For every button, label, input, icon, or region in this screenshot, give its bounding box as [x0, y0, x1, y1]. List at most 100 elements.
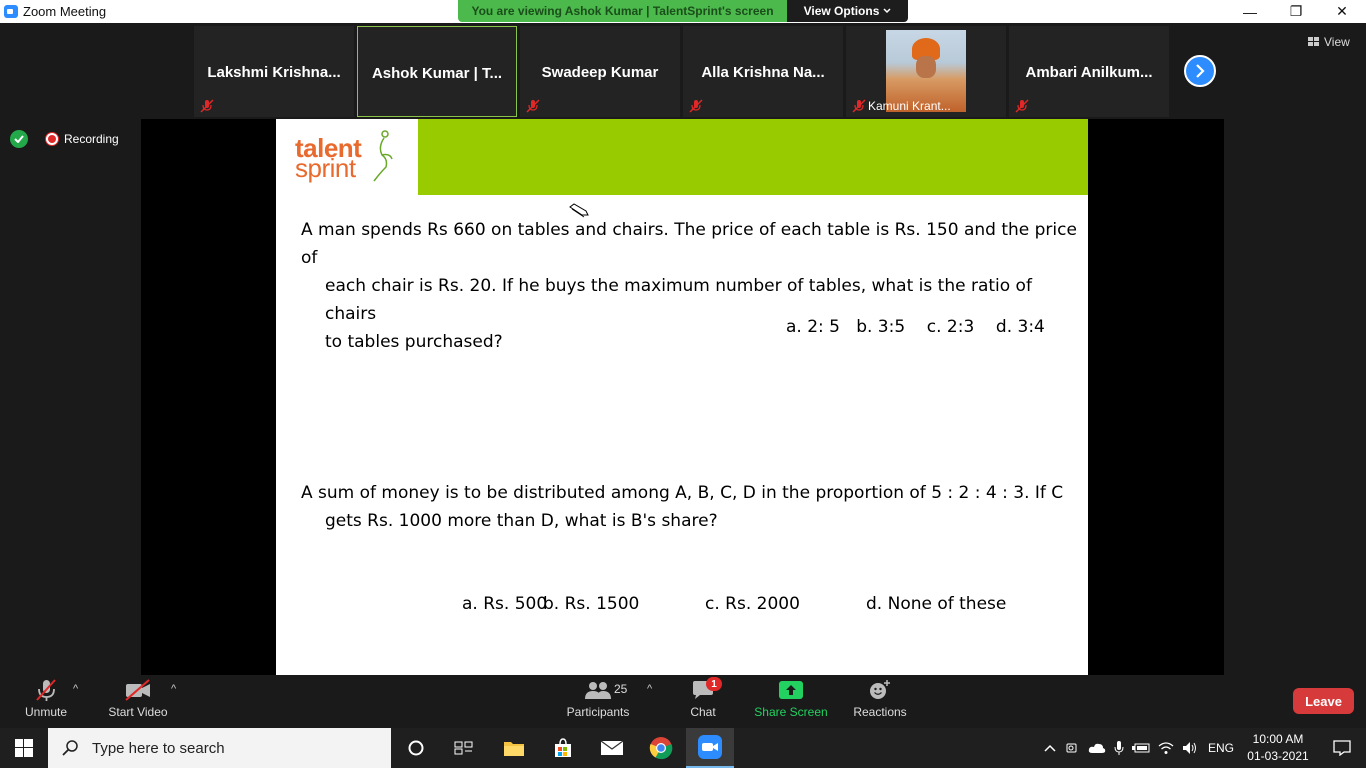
- participants-icon: [585, 682, 611, 699]
- microphone-icon[interactable]: [1114, 740, 1124, 756]
- participant-tile[interactable]: Swadeep Kumar: [520, 26, 680, 117]
- presentation-slide: talent sprint A man spends Rs 660 on tab…: [276, 119, 1088, 675]
- participant-gallery: Lakshmi Krishna... Ashok Kumar | T... Sw…: [0, 23, 1366, 119]
- mic-muted-icon: [200, 99, 214, 113]
- start-button[interactable]: [0, 728, 48, 768]
- security-shield-icon[interactable]: [10, 130, 28, 148]
- participant-name: Lakshmi Krishna...: [207, 64, 341, 81]
- question-2-option-a: a. Rs. 500: [462, 594, 548, 614]
- leave-meeting-button[interactable]: Leave: [1293, 688, 1354, 714]
- window-title: Zoom Meeting: [23, 4, 107, 19]
- clock-time: 10:00 AM: [1252, 732, 1304, 746]
- screen-share-banner: You are viewing Ashok Kumar | TalentSpri…: [458, 0, 787, 22]
- recording-label: Recording: [64, 132, 119, 146]
- audio-options-caret-icon[interactable]: ^: [73, 683, 78, 695]
- mic-muted-icon: [852, 99, 866, 113]
- battery-icon[interactable]: [1132, 742, 1150, 754]
- mail-icon: [600, 740, 624, 755]
- chrome-icon: [649, 737, 673, 760]
- runner-icon: [373, 130, 393, 182]
- cortana-button[interactable]: [392, 728, 440, 768]
- notifications-button[interactable]: [1318, 728, 1366, 768]
- shared-screen: talent sprint A man spends Rs 660 on tab…: [141, 119, 1224, 675]
- participants-label: Participants: [566, 705, 630, 719]
- zoom-app-icon: [4, 5, 18, 18]
- participant-tile[interactable]: Lakshmi Krishna...: [194, 26, 354, 117]
- participant-name: Ashok Kumar | T...: [371, 65, 503, 82]
- share-screen-button[interactable]: Share Screen: [754, 675, 828, 728]
- search-placeholder: Type here to search: [92, 739, 225, 757]
- zoom-taskbar-button[interactable]: [686, 728, 734, 768]
- participant-tile[interactable]: Kamuni Krant...: [846, 26, 1006, 117]
- participant-name: Alla Krishna Na...: [701, 64, 825, 81]
- participant-tile[interactable]: Alla Krishna Na...: [683, 26, 843, 117]
- question-2-option-d: d. None of these: [866, 594, 1007, 614]
- share-screen-icon: [779, 681, 803, 699]
- reactions-button[interactable]: Reactions: [852, 675, 908, 728]
- question-2-option-b: b. Rs. 1500: [543, 594, 640, 614]
- view-label: View: [1324, 35, 1350, 49]
- talentsprint-logo: talent sprint: [276, 119, 418, 195]
- reactions-icon: [870, 680, 890, 699]
- chrome-button[interactable]: [637, 728, 685, 768]
- question-2: A sum of money is to be distributed amon…: [301, 479, 1081, 535]
- unmute-button[interactable]: Unmute: [20, 675, 72, 728]
- participants-options-caret-icon[interactable]: ^: [647, 683, 652, 695]
- share-screen-label: Share Screen: [754, 705, 828, 719]
- restore-button[interactable]: ❐: [1273, 0, 1319, 23]
- video-off-icon: [125, 679, 150, 701]
- search-icon: [62, 740, 78, 756]
- reactions-label: Reactions: [853, 705, 907, 719]
- microsoft-store-button[interactable]: [539, 728, 587, 768]
- participants-count: 25: [614, 682, 628, 696]
- meeting-controls: Unmute ^ Start Video ^ Participants 25 ^…: [0, 675, 1366, 728]
- chevron-down-icon: [883, 8, 891, 14]
- taskbar-search-box[interactable]: Type here to search: [48, 728, 391, 768]
- windows-taskbar: Type here to search ENG 10:00 AM 01-03-2…: [0, 728, 1366, 768]
- recording-dot-icon: [46, 133, 58, 145]
- folder-icon: [504, 742, 524, 756]
- mail-button[interactable]: [588, 728, 636, 768]
- participant-name: Kamuni Krant...: [868, 99, 951, 113]
- chevron-right-icon: [1196, 64, 1205, 78]
- mic-muted-icon: [526, 99, 540, 113]
- taskbar-clock[interactable]: 10:00 AM 01-03-2021: [1242, 731, 1314, 765]
- system-tray: ENG: [1044, 728, 1234, 768]
- slide-header-band: [418, 119, 1088, 195]
- participant-tile-active[interactable]: Ashok Kumar | T...: [357, 26, 517, 117]
- pen-cursor-icon: [569, 203, 589, 218]
- wifi-icon[interactable]: [1158, 741, 1174, 755]
- question-2-line-2: gets Rs. 1000 more than D, what is B's s…: [325, 511, 718, 531]
- meet-now-icon[interactable]: [1066, 741, 1080, 755]
- participant-name: Ambari Anilkum...: [1025, 64, 1153, 81]
- chat-label: Chat: [690, 705, 716, 719]
- chat-unread-badge: 1: [706, 677, 722, 691]
- task-view-icon: [454, 741, 473, 755]
- close-button[interactable]: ✕: [1319, 0, 1365, 23]
- windows-logo-icon: [15, 739, 33, 757]
- video-options-caret-icon[interactable]: ^: [171, 683, 176, 695]
- view-options-button[interactable]: View Options: [787, 0, 908, 22]
- cortana-circle-icon: [408, 740, 424, 756]
- next-page-button[interactable]: [1184, 55, 1216, 87]
- show-hidden-icons-chevron-icon[interactable]: [1044, 744, 1056, 752]
- view-layout-button[interactable]: View: [1308, 35, 1350, 49]
- question-2-line-1: A sum of money is to be distributed amon…: [301, 483, 1064, 503]
- zoom-icon: [698, 735, 722, 759]
- view-options-label: View Options: [803, 4, 880, 18]
- volume-icon[interactable]: [1182, 741, 1198, 755]
- question-1-line-1: A man spends Rs 660 on tables and chairs…: [301, 220, 1077, 268]
- recording-indicator[interactable]: Recording: [46, 132, 119, 146]
- minimize-button[interactable]: —: [1227, 0, 1273, 23]
- onedrive-cloud-icon[interactable]: [1088, 742, 1106, 754]
- grid-icon: [1308, 37, 1319, 46]
- mic-muted-icon: [36, 679, 56, 701]
- language-indicator[interactable]: ENG: [1208, 741, 1234, 755]
- unmute-label: Unmute: [24, 705, 68, 719]
- file-explorer-button[interactable]: [490, 728, 538, 768]
- start-video-button[interactable]: Start Video: [106, 675, 170, 728]
- participant-tile[interactable]: Ambari Anilkum...: [1009, 26, 1169, 117]
- question-1-options: a. 2: 5 b. 3:5 c. 2:3 d. 3:4: [786, 317, 1045, 337]
- participant-name: Swadeep Kumar: [541, 64, 659, 81]
- task-view-button[interactable]: [440, 728, 488, 768]
